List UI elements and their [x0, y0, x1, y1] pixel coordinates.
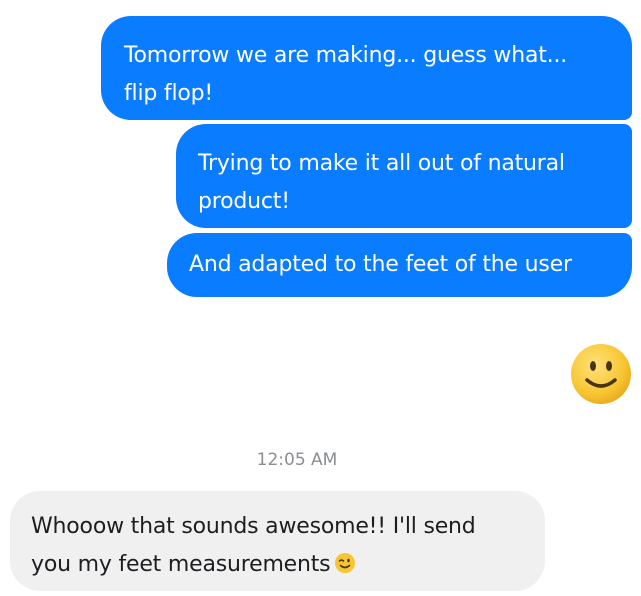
outgoing-message[interactable]: Trying to make it all out of natural pro…: [176, 124, 632, 228]
winking-face-icon: [334, 549, 356, 573]
message-text-line: flip flop!: [124, 81, 214, 106]
message-text-line: product!: [198, 189, 290, 214]
message-text-line: And adapted to the feet of the user: [189, 252, 572, 277]
message-text-line: Trying to make it all out of natural: [198, 151, 565, 176]
smiling-face-icon[interactable]: [569, 342, 633, 406]
message-timestamp: 12:05 AM: [256, 450, 338, 470]
message-text-line: Tomorrow we are making... guess what...: [124, 43, 568, 68]
message-text-line: Whooow that sounds awesome!! I'll send: [31, 514, 476, 539]
message-text: you my feet measurements: [31, 552, 331, 577]
incoming-message[interactable]: Whooow that sounds awesome!! I'll send y…: [10, 491, 545, 591]
outgoing-message[interactable]: And adapted to the feet of the user: [167, 233, 632, 297]
message-text-line-with-emoji: you my feet measurements: [31, 546, 527, 584]
outgoing-message[interactable]: Tomorrow we are making... guess what... …: [101, 16, 632, 120]
